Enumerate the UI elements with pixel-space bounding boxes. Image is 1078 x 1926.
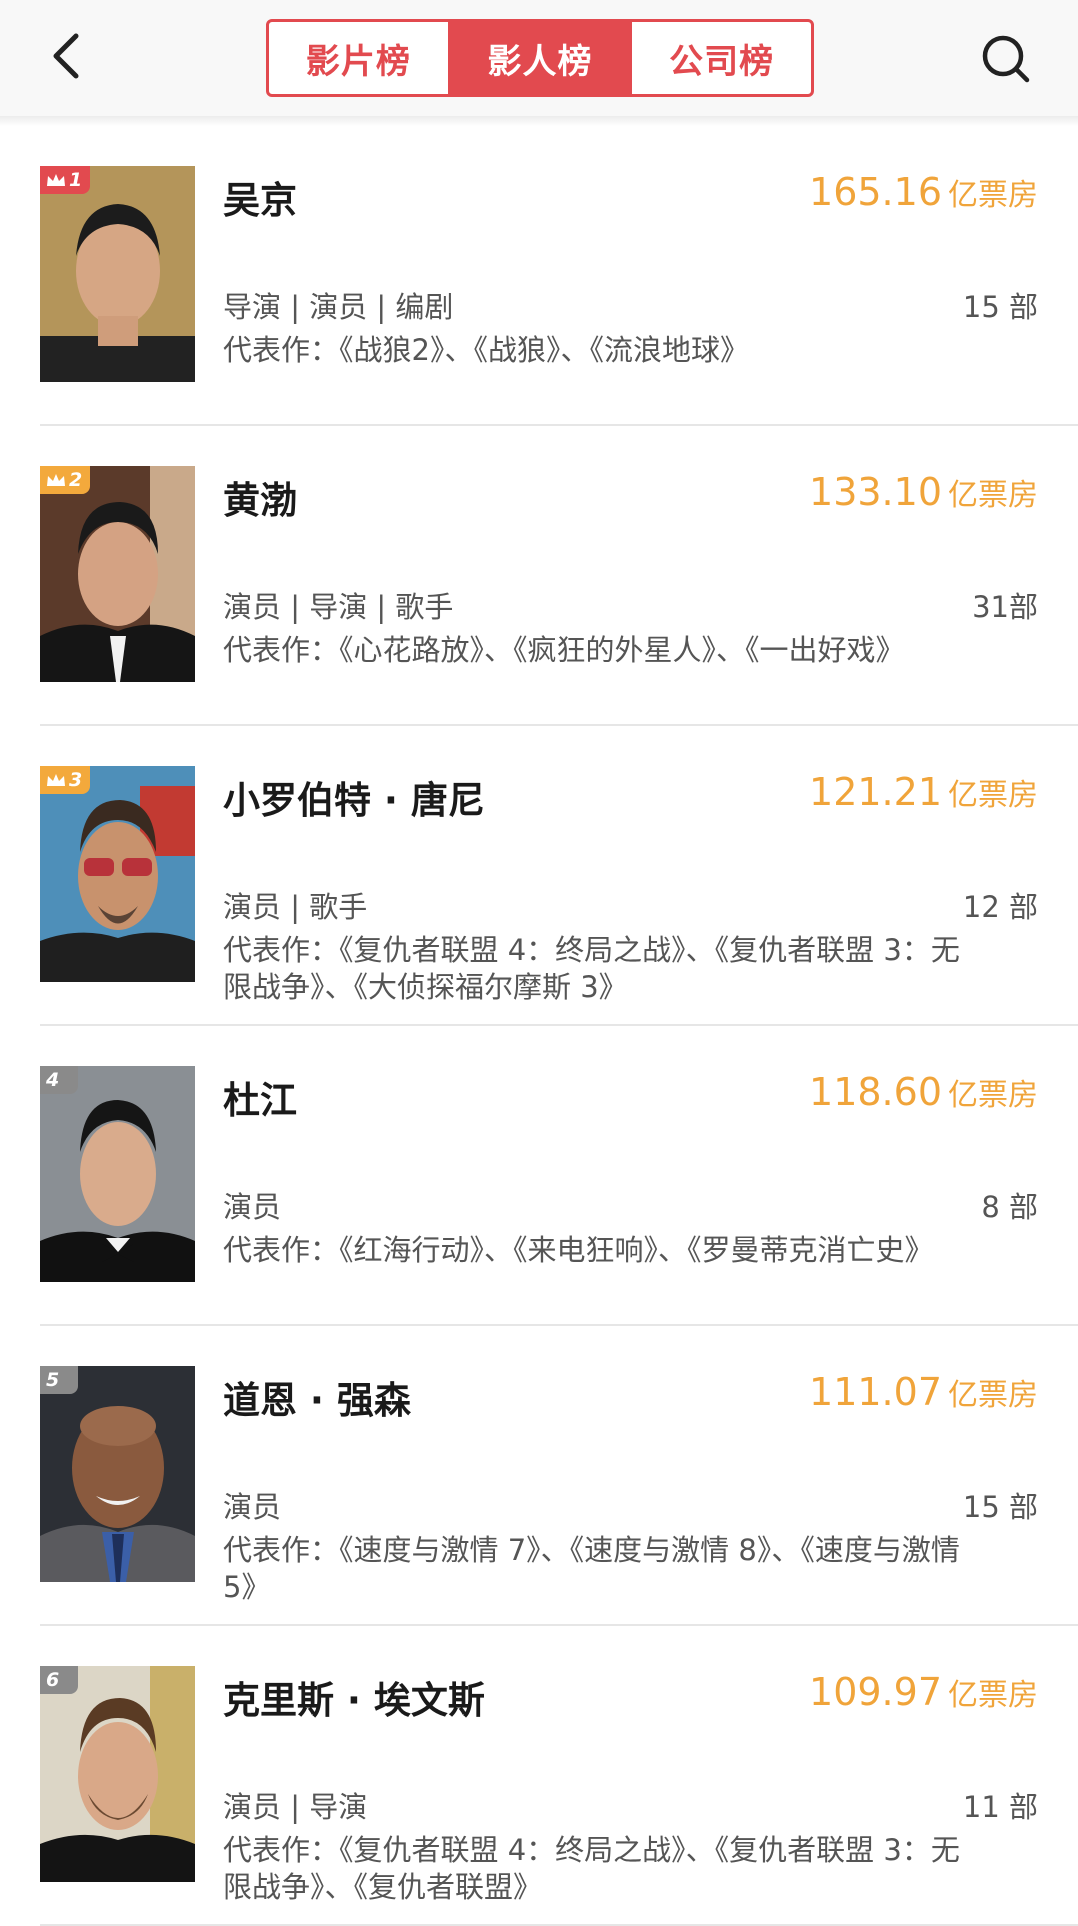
rank-number: 2	[69, 469, 83, 491]
person-roles: 演员 | 导演 | 歌手	[223, 590, 454, 624]
people-ranking-list: 1 吴京 165.16 亿票房 导演 | 演员 | 编剧 15 部 代表作：《战狼…	[0, 126, 1078, 1926]
person-roles: 演员 | 导演	[223, 1790, 368, 1824]
person-name: 吴京	[223, 179, 297, 222]
box-office-unit: 亿票房	[948, 478, 1038, 513]
crown-icon	[47, 474, 65, 486]
rank-number: 5	[46, 1369, 60, 1391]
tab-people[interactable]: 影人榜	[447, 22, 630, 94]
representative-works: 代表作：《红海行动》、《来电狂响》、《罗曼蒂克消亡史》	[223, 1233, 934, 1267]
tab-films[interactable]: 影片榜	[269, 22, 448, 94]
ranking-tabs: 影片榜 影人榜 公司榜	[266, 19, 814, 97]
rank-badge: 3	[40, 766, 91, 794]
list-item[interactable]: 3 小罗伯特 · 唐尼 121.21 亿票房 演员 | 歌手 12 部 代表作：《…	[0, 726, 1078, 1026]
header-divider	[0, 116, 1078, 126]
rank-number: 4	[46, 1069, 60, 1091]
avatar: 6	[40, 1666, 195, 1882]
list-item[interactable]: 2 黄渤 133.10 亿票房 演员 | 导演 | 歌手 31部 代表作：《心花路…	[0, 426, 1078, 726]
avatar: 3	[40, 766, 195, 982]
box-office-value: 165.16	[809, 170, 942, 214]
list-item[interactable]: 5 道恩 · 强森 111.07 亿票房 演员 15 部 代表作：《速度与激情 7…	[0, 1326, 1078, 1626]
film-count: 8 部	[981, 1190, 1038, 1224]
avatar: 4	[40, 1066, 195, 1282]
person-roles: 演员 | 歌手	[223, 890, 368, 924]
person-name: 黄渤	[223, 479, 297, 522]
portrait-image	[40, 466, 195, 682]
portrait-image	[40, 1066, 195, 1282]
portrait-image	[40, 1666, 195, 1882]
film-count: 31部	[972, 590, 1038, 624]
person-roles: 演员	[223, 1490, 282, 1524]
film-count: 15 部	[962, 1490, 1038, 1524]
crown-icon	[47, 774, 65, 786]
rank-badge: 4	[40, 1066, 78, 1094]
back-button[interactable]	[40, 24, 100, 88]
rank-badge: 5	[40, 1366, 78, 1394]
representative-works: 代表作：《战狼2》、《战狼》、《流浪地球》	[223, 333, 749, 367]
box-office-unit: 亿票房	[948, 1678, 1038, 1713]
search-icon	[982, 35, 1030, 83]
film-count: 12 部	[962, 890, 1038, 924]
box-office-unit: 亿票房	[948, 778, 1038, 813]
list-item[interactable]: 4 杜江 118.60 亿票房 演员 8 部 代表作：《红海行动》、《来电狂响》、…	[0, 1026, 1078, 1326]
portrait-image	[40, 166, 195, 382]
representative-works: 代表作：《复仇者联盟 4：终局之战》、《复仇者联盟 3：无限战争》、《大侦探福尔…	[223, 933, 960, 1004]
avatar: 5	[40, 1366, 195, 1582]
person-roles: 导演 | 演员 | 编剧	[223, 290, 454, 324]
film-count: 11 部	[962, 1790, 1038, 1824]
rank-badge: 6	[40, 1666, 78, 1694]
film-count: 15 部	[962, 290, 1038, 324]
box-office-value: 109.97	[809, 1670, 942, 1714]
list-item[interactable]: 1 吴京 165.16 亿票房 导演 | 演员 | 编剧 15 部 代表作：《战狼…	[0, 126, 1078, 426]
representative-works: 代表作：《速度与激情 7》、《速度与激情 8》、《速度与激情 5》	[223, 1533, 960, 1604]
avatar: 2	[40, 466, 195, 682]
box-office: 165.16 亿票房	[809, 170, 1038, 214]
chevron-left-icon	[53, 33, 79, 79]
search-button[interactable]	[975, 26, 1035, 90]
rank-badge: 2	[40, 466, 91, 494]
box-office-unit: 亿票房	[948, 1378, 1038, 1413]
box-office: 121.21 亿票房	[809, 770, 1038, 814]
box-office-unit: 亿票房	[948, 178, 1038, 213]
portrait-image	[40, 766, 195, 982]
person-name: 杜江	[223, 1079, 297, 1122]
box-office: 133.10 亿票房	[809, 470, 1038, 514]
box-office: 118.60 亿票房	[809, 1070, 1038, 1114]
person-name: 小罗伯特 · 唐尼	[223, 779, 485, 822]
crown-icon	[47, 174, 65, 186]
box-office-value: 118.60	[809, 1070, 942, 1114]
box-office-unit: 亿票房	[948, 1078, 1038, 1113]
rank-number: 3	[69, 769, 83, 791]
rank-badge: 1	[40, 166, 91, 194]
person-roles: 演员	[223, 1190, 282, 1224]
box-office: 111.07 亿票房	[809, 1370, 1038, 1414]
rank-number: 6	[46, 1669, 60, 1691]
top-bar: 影片榜 影人榜 公司榜	[0, 0, 1078, 116]
representative-works: 代表作：《心花路放》、《疯狂的外星人》、《一出好戏》	[223, 633, 905, 667]
box-office-value: 121.21	[809, 770, 942, 814]
box-office-value: 133.10	[809, 470, 942, 514]
list-item[interactable]: 6 克里斯 · 埃文斯 109.97 亿票房 演员 | 导演 11 部 代表作：《…	[0, 1626, 1078, 1926]
box-office-value: 111.07	[809, 1370, 942, 1414]
person-name: 道恩 · 强森	[223, 1379, 411, 1422]
representative-works: 代表作：《复仇者联盟 4：终局之战》、《复仇者联盟 3：无限战争》、《复仇者联盟…	[223, 1833, 960, 1904]
person-name: 克里斯 · 埃文斯	[223, 1679, 485, 1722]
rank-number: 1	[69, 169, 83, 191]
tab-companies[interactable]: 公司榜	[629, 22, 811, 94]
box-office: 109.97 亿票房	[809, 1670, 1038, 1714]
avatar: 1	[40, 166, 195, 382]
portrait-image	[40, 1366, 195, 1582]
